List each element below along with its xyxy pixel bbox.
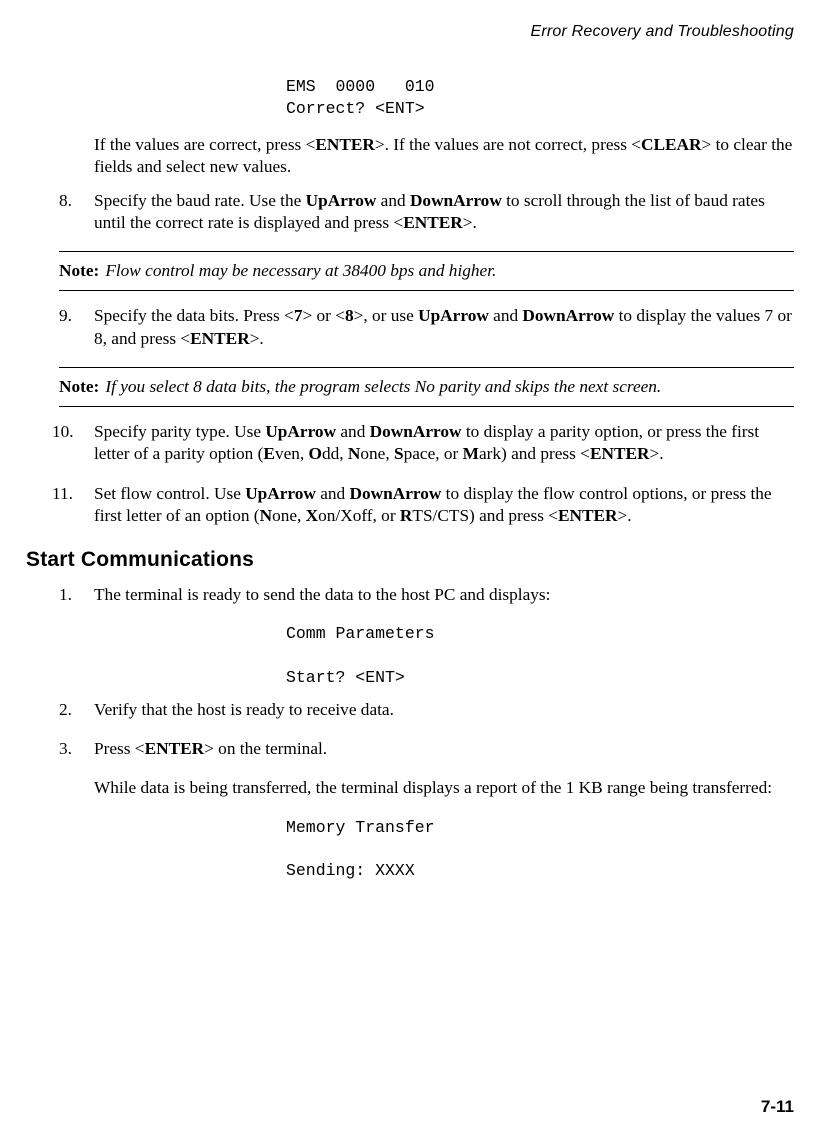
text: Specify the baud rate. Use the bbox=[94, 191, 306, 210]
key-8: 8 bbox=[345, 306, 354, 325]
letter-n: N bbox=[260, 506, 272, 525]
key-enter: ENTER bbox=[145, 739, 205, 758]
note-text: If you select 8 data bits, the program s… bbox=[105, 376, 788, 398]
step-number: 11. bbox=[52, 483, 73, 505]
text: If the values are correct, press < bbox=[94, 135, 315, 154]
key-enter: ENTER bbox=[590, 444, 650, 463]
step-body: Specify the baud rate. Use the UpArrow a… bbox=[94, 190, 794, 234]
sc-step-1: 1. The terminal is ready to send the dat… bbox=[26, 584, 794, 606]
text: Specify parity type. Use bbox=[94, 422, 265, 441]
key-enter: ENTER bbox=[558, 506, 618, 525]
text: TS/CTS) and press < bbox=[412, 506, 558, 525]
step-number: 1. bbox=[59, 584, 72, 606]
intro-paragraph: If the values are correct, press <ENTER>… bbox=[94, 134, 794, 178]
step-body: Specify parity type. Use UpArrow and Dow… bbox=[94, 421, 794, 465]
key-uparrow: UpArrow bbox=[418, 306, 489, 325]
text: The terminal is ready to send the data t… bbox=[94, 585, 550, 604]
step-number: 8. bbox=[59, 190, 72, 212]
text: ven, bbox=[275, 444, 309, 463]
text: and bbox=[376, 191, 410, 210]
text: >. bbox=[649, 444, 663, 463]
text: one, bbox=[360, 444, 394, 463]
text: >. bbox=[250, 329, 264, 348]
letter-o: O bbox=[309, 444, 322, 463]
text: >. If the values are not correct, press … bbox=[375, 135, 641, 154]
key-enter: ENTER bbox=[315, 135, 375, 154]
text: and bbox=[316, 484, 350, 503]
sc-step-3: 3. Press <ENTER> on the terminal. While … bbox=[26, 738, 794, 800]
step-subparagraph: While data is being transferred, the ter… bbox=[94, 777, 794, 799]
text: on/Xoff, or bbox=[318, 506, 400, 525]
step-body: Specify the data bits. Press <7> or <8>,… bbox=[94, 305, 794, 349]
step-body: Set flow control. Use UpArrow and DownAr… bbox=[94, 483, 794, 527]
step-9: 9. Specify the data bits. Press <7> or <… bbox=[26, 305, 794, 349]
key-enter: ENTER bbox=[190, 329, 250, 348]
step-number: 2. bbox=[59, 699, 72, 721]
step-8: 8. Specify the baud rate. Use the UpArro… bbox=[26, 190, 794, 234]
text: > or < bbox=[302, 306, 345, 325]
key-downarrow: DownArrow bbox=[350, 484, 442, 503]
text: and bbox=[336, 422, 370, 441]
text: and bbox=[489, 306, 523, 325]
step-body: Press <ENTER> on the terminal. bbox=[94, 738, 794, 760]
step-11: 11. Set flow control. Use UpArrow and Do… bbox=[26, 483, 794, 527]
note-text: Flow control may be necessary at 38400 b… bbox=[105, 260, 788, 282]
text: Specify the data bits. Press < bbox=[94, 306, 294, 325]
letter-m: M bbox=[463, 444, 479, 463]
code-memory-transfer: Memory Transfer Sending: XXXX bbox=[286, 817, 794, 882]
key-downarrow: DownArrow bbox=[370, 422, 462, 441]
text: >. bbox=[618, 506, 632, 525]
text: ark) and press < bbox=[479, 444, 590, 463]
code-ems: EMS 0000 010 Correct? <ENT> bbox=[286, 76, 794, 120]
step-number: 3. bbox=[59, 738, 72, 760]
page-number: 7-11 bbox=[761, 1096, 794, 1118]
step-number: 10. bbox=[52, 421, 74, 443]
note-label: Note: bbox=[59, 260, 99, 282]
note-2: Note: If you select 8 data bits, the pro… bbox=[59, 367, 794, 407]
text: >, or use bbox=[354, 306, 418, 325]
code-comm-params: Comm Parameters Start? <ENT> bbox=[286, 623, 794, 688]
note-label: Note: bbox=[59, 376, 99, 398]
key-downarrow: DownArrow bbox=[522, 306, 614, 325]
key-clear: CLEAR bbox=[641, 135, 702, 154]
letter-r: R bbox=[400, 506, 412, 525]
running-header: Error Recovery and Troubleshooting bbox=[530, 22, 794, 42]
text: one, bbox=[272, 506, 306, 525]
key-enter: ENTER bbox=[403, 213, 463, 232]
sc-step-2: 2. Verify that the host is ready to rece… bbox=[26, 699, 794, 721]
text: > on the terminal. bbox=[204, 739, 327, 758]
letter-x: X bbox=[306, 506, 318, 525]
key-uparrow: UpArrow bbox=[245, 484, 316, 503]
text: >. bbox=[463, 213, 477, 232]
text: dd, bbox=[322, 444, 348, 463]
text: Set flow control. Use bbox=[94, 484, 245, 503]
step-body: The terminal is ready to send the data t… bbox=[94, 584, 794, 606]
text: Verify that the host is ready to receive… bbox=[94, 700, 394, 719]
key-downarrow: DownArrow bbox=[410, 191, 502, 210]
text: pace, or bbox=[404, 444, 463, 463]
letter-n: N bbox=[348, 444, 360, 463]
step-10: 10. Specify parity type. Use UpArrow and… bbox=[26, 421, 794, 465]
note-1: Note: Flow control may be necessary at 3… bbox=[59, 251, 794, 291]
key-uparrow: UpArrow bbox=[265, 422, 336, 441]
letter-s: S bbox=[394, 444, 404, 463]
letter-e: E bbox=[263, 444, 275, 463]
key-uparrow: UpArrow bbox=[306, 191, 377, 210]
content: EMS 0000 010 Correct? <ENT> If the value… bbox=[26, 70, 794, 888]
page: Error Recovery and Troubleshooting EMS 0… bbox=[0, 0, 824, 1142]
step-body: Verify that the host is ready to receive… bbox=[94, 699, 794, 721]
heading-start-communications: Start Communications bbox=[26, 547, 794, 574]
step-number: 9. bbox=[59, 305, 72, 327]
text: Press < bbox=[94, 739, 145, 758]
